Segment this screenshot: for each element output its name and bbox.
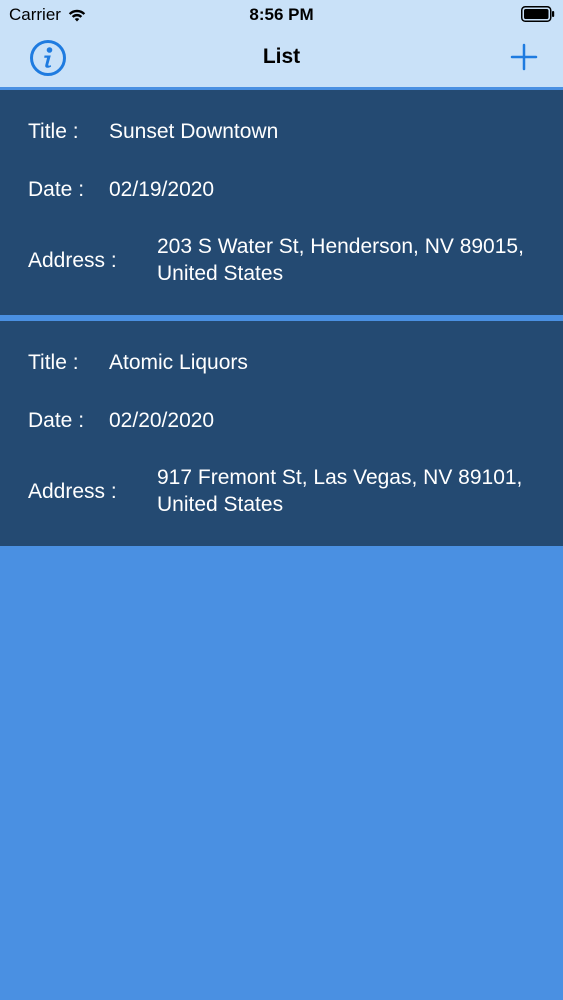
plus-icon — [510, 43, 538, 71]
item-date: 02/19/2020 — [109, 178, 215, 201]
date-label: Date : — [28, 409, 85, 432]
navigation-bar: List — [0, 30, 563, 87]
battery-icon — [521, 6, 555, 22]
item-address: 917 Fremont St, Las Vegas, NV 89101, Uni… — [157, 466, 523, 516]
item-address: 203 S Water St, Henderson, NV 89015, Uni… — [157, 235, 524, 285]
page-title: List — [262, 45, 301, 68]
address-label: Address : — [28, 249, 117, 272]
list-item[interactable]: Title : Sunset Downtown Date : 02/19/202… — [0, 90, 563, 315]
date-label: Date : — [28, 178, 85, 201]
item-title: Atomic Liquors — [109, 351, 248, 374]
title-label: Title : — [28, 351, 79, 374]
add-button[interactable] — [509, 42, 539, 72]
item-title: Sunset Downtown — [109, 120, 279, 143]
status-bar: Carrier 8:56 PM — [0, 0, 563, 30]
item-date: 02/20/2020 — [109, 409, 215, 432]
list-item[interactable]: Title : Atomic Liquors Date : 02/20/2020… — [0, 321, 563, 546]
location-list: Title : Sunset Downtown Date : 02/19/202… — [0, 90, 563, 546]
status-time: 8:56 PM — [249, 5, 314, 24]
address-label: Address : — [28, 480, 117, 503]
title-label: Title : — [28, 120, 79, 143]
